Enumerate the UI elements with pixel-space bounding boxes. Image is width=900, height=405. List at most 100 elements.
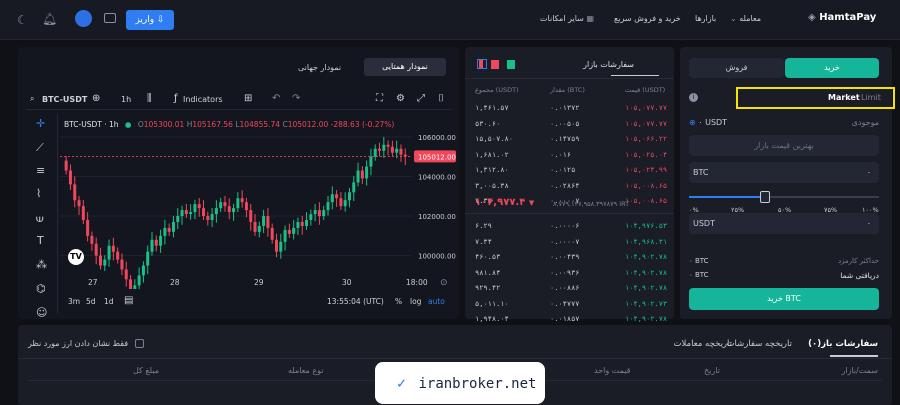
measure-icon[interactable]: ⁂ bbox=[36, 258, 47, 271]
bid-row[interactable]: ۹۸۱.۸۴ ۰.۰۰۹۳۶ ۱۰۴,۹۰۲.۷۸ bbox=[465, 266, 674, 280]
candle[interactable] bbox=[232, 208, 236, 213]
order-type-limit[interactable]: Limit bbox=[861, 93, 881, 102]
search-icon[interactable]: ⌕ bbox=[30, 94, 34, 104]
bid-row[interactable]: ۵,۰۱۱.۱۰ ۰.۰۴۷۷۷ ۱۰۴,۹۰۲.۷۳ bbox=[465, 297, 674, 311]
candle[interactable] bbox=[68, 170, 72, 185]
filter-checkbox[interactable] bbox=[134, 339, 144, 348]
candle-type-icon[interactable]: ⫼ bbox=[147, 93, 152, 104]
candle[interactable] bbox=[296, 221, 300, 228]
candle[interactable] bbox=[81, 206, 85, 220]
order-type-market[interactable]: Market bbox=[828, 93, 860, 102]
candle[interactable] bbox=[193, 204, 197, 213]
candle[interactable] bbox=[257, 225, 261, 232]
ask-row[interactable]: ۱۵,۵۰۷.۸۰ ۰.۱۴۷۵۹ ۱۰۵,۰۶۶.۲۲ bbox=[465, 132, 674, 146]
view-both-icon[interactable] bbox=[477, 59, 487, 69]
auto-toggle[interactable]: auto bbox=[428, 297, 445, 306]
candle[interactable] bbox=[343, 200, 347, 207]
candle[interactable] bbox=[103, 259, 107, 266]
candle[interactable] bbox=[395, 148, 399, 153]
candle[interactable] bbox=[283, 229, 287, 242]
candle[interactable] bbox=[111, 245, 115, 252]
amount-slider[interactable] bbox=[689, 191, 879, 203]
emoji-icon[interactable]: ☺ bbox=[36, 306, 47, 319]
bid-row[interactable]: ۶.۲۹ ۰.۰۰۰۰۶ ۱۰۴,۹۷۶.۵۳ bbox=[465, 219, 674, 233]
nav-quick-trade[interactable]: خرید و فروش سریع bbox=[614, 14, 681, 23]
candle[interactable] bbox=[184, 210, 188, 215]
interval-label[interactable]: 1h bbox=[121, 95, 131, 104]
ruler-icon[interactable]: ⌬ bbox=[36, 282, 46, 295]
range-3m[interactable]: 3m bbox=[68, 297, 80, 306]
deposit-button[interactable]: واریز ⇩ bbox=[126, 10, 174, 30]
nav-trade[interactable]: ⌄ معامله bbox=[730, 14, 761, 23]
candle[interactable] bbox=[378, 148, 382, 151]
tab-buy[interactable]: خرید bbox=[785, 58, 879, 78]
ask-row[interactable]: ۳,۰۰۵.۳۸ ۰.۰۲۸۶۴ ۱۰۵,۰۰۸.۶۵ bbox=[465, 179, 674, 193]
axis-settings-icon[interactable]: ⊙ bbox=[440, 278, 448, 288]
candle[interactable] bbox=[266, 216, 270, 228]
pattern-icon[interactable]: ⟒ bbox=[36, 212, 44, 226]
ask-row[interactable]: ۱,۴۶۱.۵۷ ۰.۰۱۳۷۲ ۱۰۵,۰۷۷.۷۷ bbox=[465, 101, 674, 115]
ask-row[interactable]: ۱,۳۱۲.۸۰ ۰.۰۱۲۵ ۱۰۵,۰۲۴.۹۹ bbox=[465, 163, 674, 177]
wallet-icon[interactable] bbox=[104, 13, 116, 23]
bid-row[interactable]: ۹۲۹.۴۲ ۰.۰۰۸۸۶ ۱۰۴,۹۰۲.۷۸ bbox=[465, 281, 674, 295]
bid-row[interactable]: ۱,۹۴۸.۰۴ ۰.۰۱۸۵۷ ۱۰۴,۹۰۲.۷۸ bbox=[465, 312, 674, 326]
candle[interactable] bbox=[171, 221, 175, 232]
buy-btc-button[interactable]: خرید BTC bbox=[689, 288, 879, 310]
candle[interactable] bbox=[390, 146, 394, 153]
slider-handle[interactable] bbox=[760, 191, 770, 203]
fullscreen-expand-icon[interactable]: ⤢ bbox=[417, 93, 425, 104]
candle[interactable] bbox=[274, 239, 278, 252]
candle[interactable] bbox=[270, 227, 274, 240]
info-icon[interactable]: i bbox=[689, 93, 698, 102]
candle[interactable] bbox=[219, 202, 223, 209]
total-field[interactable]: USDT ۰ bbox=[689, 213, 879, 234]
moon-icon[interactable]: ☾ bbox=[17, 13, 28, 27]
redo-icon[interactable]: ↷ bbox=[292, 93, 300, 104]
candle[interactable] bbox=[326, 202, 330, 211]
chart-tab-global[interactable]: نمودار جهانی bbox=[298, 63, 341, 72]
candle[interactable] bbox=[197, 204, 201, 209]
candle[interactable] bbox=[292, 227, 296, 234]
candle[interactable] bbox=[339, 198, 343, 207]
candle[interactable] bbox=[86, 220, 90, 236]
candle[interactable] bbox=[313, 210, 317, 215]
candle[interactable] bbox=[163, 227, 167, 236]
candle[interactable] bbox=[180, 210, 184, 217]
candle[interactable] bbox=[279, 241, 283, 252]
candle[interactable] bbox=[305, 220, 309, 226]
candle[interactable] bbox=[317, 210, 321, 217]
clock-time[interactable]: 13:55:04 (UTC) bbox=[327, 297, 384, 306]
candle[interactable] bbox=[214, 208, 218, 215]
text-icon[interactable]: T bbox=[37, 234, 44, 247]
candle[interactable] bbox=[137, 275, 141, 286]
candle[interactable] bbox=[356, 170, 360, 183]
candle[interactable] bbox=[253, 221, 257, 232]
candle[interactable] bbox=[202, 208, 206, 217]
bell-icon[interactable]: 🔔︎ bbox=[42, 12, 57, 26]
candle[interactable] bbox=[167, 227, 171, 232]
price-field[interactable]: بهترین قیمت بازار bbox=[689, 135, 879, 156]
log-toggle[interactable]: log bbox=[410, 297, 421, 306]
candle[interactable] bbox=[154, 239, 158, 246]
candle[interactable] bbox=[150, 239, 154, 252]
candle[interactable] bbox=[360, 170, 364, 179]
range-5d[interactable]: 5d bbox=[86, 297, 96, 306]
candle[interactable] bbox=[249, 210, 253, 222]
candle[interactable] bbox=[382, 144, 386, 151]
candle[interactable] bbox=[240, 198, 244, 203]
candle[interactable] bbox=[365, 166, 369, 179]
candle[interactable] bbox=[373, 148, 377, 157]
candle[interactable] bbox=[399, 148, 403, 155]
candle[interactable] bbox=[309, 214, 313, 220]
candle[interactable] bbox=[133, 285, 137, 289]
candle[interactable] bbox=[159, 235, 163, 246]
settings-icon[interactable]: ⚙ bbox=[396, 93, 405, 104]
candle[interactable] bbox=[206, 216, 210, 220]
filter-checkbox-row[interactable]: فقط نشان دادن ارز مورد نظر bbox=[28, 339, 144, 348]
candle[interactable] bbox=[347, 192, 351, 201]
tab-order-history[interactable]: تاریخچه سفارشات bbox=[727, 339, 793, 349]
candle[interactable] bbox=[176, 216, 180, 222]
candle[interactable] bbox=[244, 202, 248, 211]
bid-row[interactable]: ۴۶۰.۵۳ ۰.۰۰۴۳۹ ۱۰۴,۹۰۲.۷۸ bbox=[465, 250, 674, 264]
nav-markets[interactable]: بازارها bbox=[695, 14, 716, 23]
